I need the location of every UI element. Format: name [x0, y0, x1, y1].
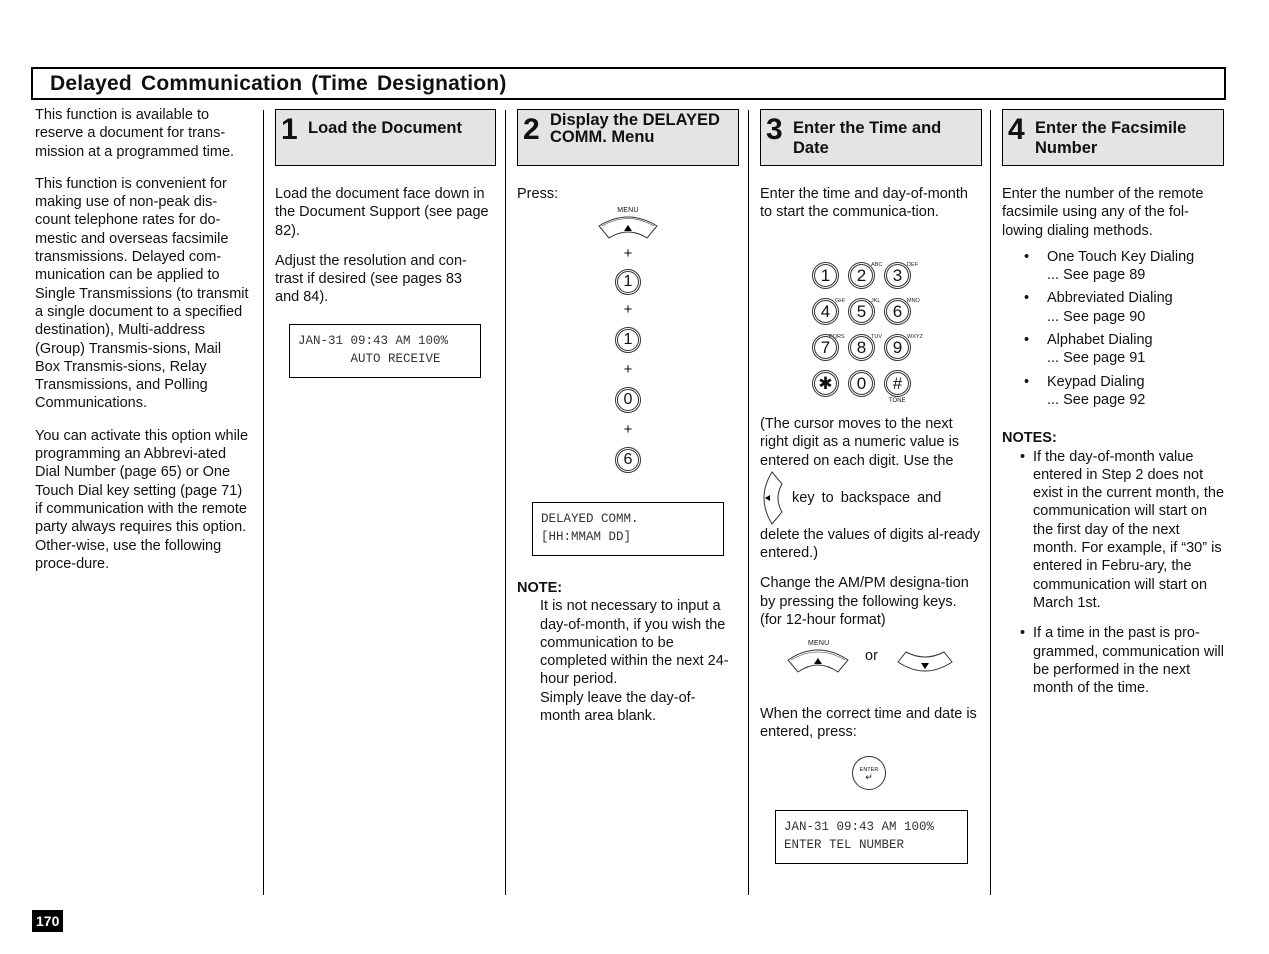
step-number: 3	[766, 113, 783, 146]
step-paragraph: Enter the number of the remote facsimile…	[1002, 186, 1204, 239]
note-text: Simply leave the day-of-month area blank…	[540, 689, 696, 725]
step-1-header: 1 Load the Document	[275, 109, 496, 166]
lcd-line: JAN-31 09:43 AM 100%	[784, 820, 935, 834]
key-1: 1	[597, 269, 659, 295]
notes-list: If the day-of-month value entered in Ste…	[1002, 448, 1224, 698]
step-paragraph: Enter the time and day-of-month to start…	[760, 186, 968, 221]
step-title: Enter the Time and Date	[793, 119, 942, 157]
plus-sign: +	[623, 421, 633, 438]
lcd-line: JAN-31 09:43 AM 100%	[298, 334, 449, 348]
backspace-row: key to backspace and	[760, 470, 982, 526]
lcd-line: [HH:MMAM DD]	[541, 530, 632, 544]
page-number: 170	[32, 910, 64, 932]
keypad-key-3-icon: 3 DEF	[884, 262, 918, 289]
step-2-note: NOTE: It is not necessary to input a day…	[517, 579, 735, 725]
menu-key-label: MENU	[617, 207, 639, 214]
lcd-line: AUTO RECEIVE	[298, 352, 441, 366]
step-number: 2	[523, 113, 540, 146]
keypad-key-9-icon: 9 WXYZ	[884, 334, 923, 361]
lcd-display: JAN-31 09:43 AM 100% AUTO RECEIVE	[289, 324, 481, 378]
press-label: Press:	[517, 186, 559, 202]
lcd-line: ENTER TEL NUMBER	[784, 838, 905, 852]
step-2-header: 2 Display the DELAYED COMM. Menu	[517, 109, 739, 166]
plus-sign: +	[623, 301, 633, 318]
intro-column: This function is available to reserve a …	[35, 106, 249, 587]
or-label: or	[865, 648, 878, 664]
left-arrow-key-icon	[763, 471, 783, 525]
list-item: Keypad Dialing... See page 92	[1002, 373, 1224, 410]
digit-key-icon: 1	[615, 327, 641, 353]
enter-text: When the correct time and date is entere…	[760, 706, 977, 741]
step-3-header: 3 Enter the Time and Date	[760, 109, 982, 166]
step-3-content: Enter the time and day-of-month to start…	[760, 185, 982, 234]
keypad-key-5-icon: 5 JKL	[848, 298, 880, 325]
column-divider	[505, 110, 506, 895]
plus-sign: +	[623, 361, 633, 378]
note-heading: NOTE:	[517, 580, 563, 596]
step-number: 1	[281, 113, 298, 146]
intro-paragraph: This function is available to reserve a …	[35, 107, 235, 160]
keypad-key-4-icon: 4 GHI	[812, 298, 845, 325]
notes-heading: NOTES:	[1002, 430, 1057, 447]
step-1-content: Load the document face down in the Docum…	[275, 185, 490, 319]
key-6: 6	[597, 447, 659, 473]
step-paragraph: Load the document face down in the Docum…	[275, 186, 489, 239]
intro-paragraph: You can activate this option while progr…	[35, 427, 249, 572]
column-divider	[263, 110, 264, 895]
list-item: One Touch Key Dialing... See page 89	[1002, 248, 1224, 285]
list-item: Alphabet Dialing... See page 91	[1002, 331, 1224, 368]
step-4-header: 4 Enter the Facsimile Number	[1002, 109, 1224, 166]
step-title: Enter the Facsimile Number	[1035, 119, 1187, 157]
step-4-content: Enter the number of the remote facsimile…	[1002, 185, 1224, 709]
dialing-methods-list: One Touch Key Dialing... See page 89 Abb…	[1002, 248, 1224, 409]
note-item: If a time in the past is pro-grammed, co…	[1002, 624, 1224, 697]
menu-up-key-icon	[598, 216, 658, 239]
step-number: 4	[1008, 113, 1025, 146]
keypad-key-6-icon: 6 MNO	[884, 298, 920, 325]
digit-key-icon: 6	[615, 447, 641, 473]
ampm-keys: MENU or	[786, 640, 956, 680]
key-sequence: MENU + 1 + 1 + 0 + 6	[597, 207, 659, 481]
down-key-icon	[897, 651, 953, 672]
cursor-text: delete the values of digits al-ready ent…	[760, 526, 981, 562]
digit-key-icon: 1	[615, 269, 641, 295]
keypad-key-1-icon: 1	[812, 262, 839, 289]
numeric-keypad: 1 2 ABC 3 DEF 4 GHI 5 JKL 6 MNO 7 PQRS 8 TUV 9W…	[812, 262, 923, 406]
list-item: Abbreviated Dialing... See page 90	[1002, 289, 1224, 326]
step-title: Display the DELAYED COMM. Menu	[550, 111, 720, 146]
keypad-key-7-icon: 7 PQRS	[812, 334, 845, 361]
cursor-text: (The cursor moves to the next right digi…	[760, 416, 960, 469]
lcd-display: JAN-31 09:43 AM 100% ENTER TEL NUMBER	[775, 810, 968, 864]
plus-sign: +	[623, 245, 633, 262]
page-title-box: Delayed Communication (Time Designation)	[31, 67, 1226, 100]
step-paragraph: Adjust the resolution and con-trast if d…	[275, 252, 467, 306]
note-item: If the day-of-month value entered in Ste…	[1002, 448, 1224, 613]
intro-paragraph: This function is convenient for making u…	[35, 175, 249, 412]
enter-key-icon: ENTER ↵	[852, 756, 886, 790]
backspace-text: key to backspace and	[792, 489, 942, 506]
keypad-key-hash-icon: #	[884, 370, 911, 397]
keypad-key-0-icon: 0	[848, 370, 875, 397]
step-title: Load the Document	[308, 119, 463, 137]
lcd-line: DELAYED COMM.	[541, 512, 639, 526]
menu-up-key-icon	[787, 649, 849, 673]
digit-key-icon: 0	[615, 387, 641, 413]
column-divider	[748, 110, 749, 895]
column-divider	[990, 110, 991, 895]
key-0: 0	[597, 387, 659, 413]
page-title: Delayed Communication (Time Designation)	[50, 72, 507, 95]
key-1: 1	[597, 327, 659, 353]
ampm-text: Change the AM/PM designa-tion by pressin…	[760, 575, 969, 629]
keypad-key-star-icon: ✱	[812, 370, 839, 397]
keypad-key-2-icon: 2 ABC	[848, 262, 882, 289]
step-3-cursor-text: (The cursor moves to the next right digi…	[760, 415, 982, 629]
keypad-key-8-icon: 8 TUV	[848, 334, 882, 361]
tone-label: TONE	[889, 398, 906, 404]
lcd-display: DELAYED COMM. [HH:MMAM DD]	[532, 502, 724, 556]
note-text: It is not necessary to input a day-of-mo…	[540, 598, 729, 688]
